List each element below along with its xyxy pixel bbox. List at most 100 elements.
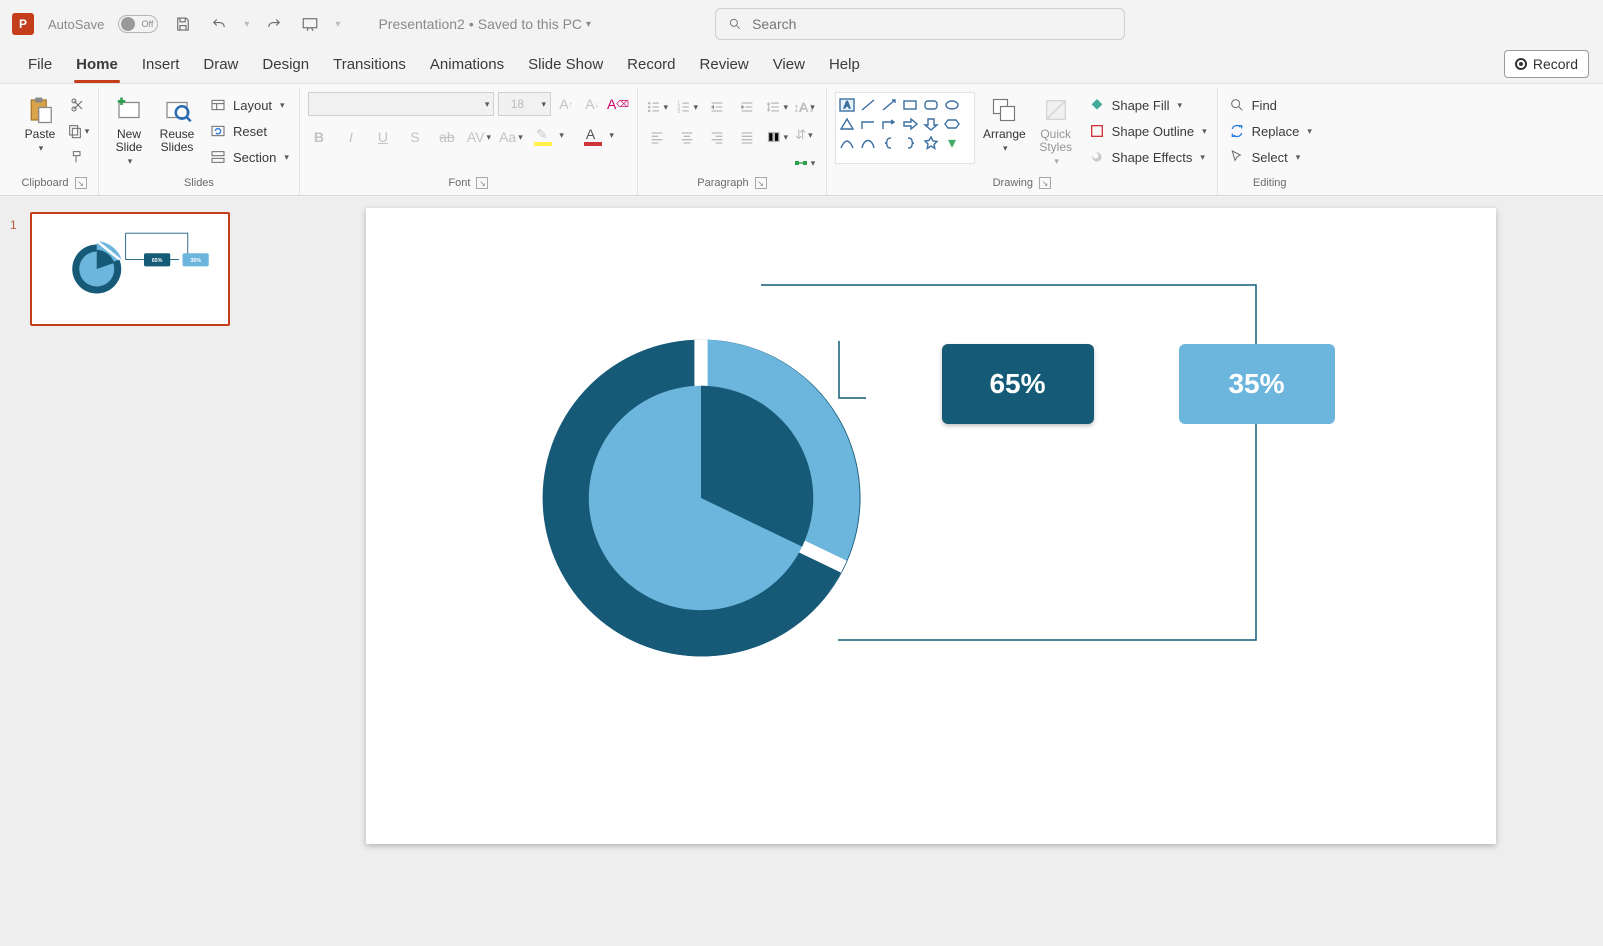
- rounded-rect-shape-icon[interactable]: [922, 97, 940, 113]
- section-button[interactable]: Section▾: [207, 146, 291, 168]
- change-case-icon[interactable]: Aa▾: [500, 126, 522, 148]
- save-icon[interactable]: [172, 13, 194, 35]
- font-name-box[interactable]: ▾: [308, 92, 495, 116]
- strikethrough-button[interactable]: ab: [436, 126, 458, 148]
- freeform-shape-icon[interactable]: [859, 135, 877, 151]
- callout-65[interactable]: 65%: [942, 344, 1094, 424]
- quick-styles-button[interactable]: Quick Styles▾: [1034, 92, 1078, 169]
- hexagon-shape-icon[interactable]: [943, 116, 961, 132]
- search-box[interactable]: [715, 8, 1125, 40]
- decrease-indent-icon[interactable]: [706, 96, 728, 118]
- redo-icon[interactable]: [263, 13, 285, 35]
- tab-draw[interactable]: Draw: [191, 48, 250, 83]
- paste-button[interactable]: Paste▾: [18, 92, 62, 156]
- tab-view[interactable]: View: [761, 48, 817, 83]
- shapes-gallery[interactable]: A ▾: [835, 92, 975, 164]
- undo-dropdown-icon[interactable]: ▾: [244, 19, 249, 30]
- elbow-connector-icon[interactable]: [859, 116, 877, 132]
- underline-button[interactable]: U: [372, 126, 394, 148]
- tab-insert[interactable]: Insert: [130, 48, 192, 83]
- search-input[interactable]: [752, 16, 1112, 32]
- dialog-launcher-icon[interactable]: ↘: [476, 177, 488, 189]
- shape-effects-icon: [1088, 148, 1106, 166]
- line-spacing-icon[interactable]: ▾: [766, 96, 788, 118]
- oval-shape-icon[interactable]: [943, 97, 961, 113]
- left-brace-icon[interactable]: [880, 135, 898, 151]
- right-brace-icon[interactable]: [901, 135, 919, 151]
- font-color-button[interactable]: A▾: [582, 126, 604, 148]
- shape-outline-button[interactable]: Shape Outline▾: [1086, 120, 1209, 142]
- align-center-icon[interactable]: [676, 126, 698, 148]
- tab-transitions[interactable]: Transitions: [321, 48, 418, 83]
- align-left-icon[interactable]: [646, 126, 668, 148]
- increase-indent-icon[interactable]: [736, 96, 758, 118]
- tab-slideshow[interactable]: Slide Show: [516, 48, 615, 83]
- dialog-launcher-icon[interactable]: ↘: [755, 177, 767, 189]
- search-icon: [728, 17, 742, 31]
- pie-chart[interactable]: [536, 333, 866, 663]
- justify-icon[interactable]: [736, 126, 758, 148]
- undo-icon[interactable]: [208, 13, 230, 35]
- arrange-button[interactable]: Arrange▾: [979, 92, 1030, 156]
- slide-thumbnail-1[interactable]: 65% 35%: [30, 212, 230, 326]
- elbow-arrow-icon[interactable]: [880, 116, 898, 132]
- decrease-font-icon[interactable]: A↓: [581, 93, 603, 115]
- numbering-icon[interactable]: 123▾: [676, 96, 698, 118]
- italic-button[interactable]: I: [340, 126, 362, 148]
- tab-review[interactable]: Review: [688, 48, 761, 83]
- tab-home[interactable]: Home: [64, 48, 130, 83]
- camera-record-button[interactable]: Record: [1504, 50, 1589, 78]
- increase-font-icon[interactable]: A↑: [555, 93, 577, 115]
- find-button[interactable]: Find: [1226, 94, 1314, 116]
- tab-file[interactable]: File: [16, 48, 64, 83]
- line-shape-icon[interactable]: [859, 97, 877, 113]
- slide-thumbnails-panel[interactable]: 1 65% 35%: [0, 198, 258, 946]
- bold-button[interactable]: B: [308, 126, 330, 148]
- copy-icon[interactable]: ▾: [66, 120, 90, 142]
- textbox-shape-icon[interactable]: A: [838, 97, 856, 113]
- text-direction-icon[interactable]: ↕A▾: [792, 96, 816, 118]
- reset-button[interactable]: Reset: [207, 120, 291, 142]
- font-size-box[interactable]: 18▾: [498, 92, 551, 116]
- curve-shape-icon[interactable]: [838, 135, 856, 151]
- reuse-slides-button[interactable]: Reuse Slides: [155, 92, 199, 156]
- down-arrow-icon[interactable]: [922, 116, 940, 132]
- group-clipboard: Paste▾ ▾ Clipboard↘: [10, 88, 99, 195]
- dialog-launcher-icon[interactable]: ↘: [1039, 177, 1051, 189]
- dialog-launcher-icon[interactable]: ↘: [75, 177, 87, 189]
- autosave-toggle[interactable]: Off: [118, 15, 158, 33]
- align-text-icon[interactable]: ⇵▾: [792, 124, 816, 146]
- shape-effects-button[interactable]: Shape Effects▾: [1086, 146, 1209, 168]
- character-spacing-icon[interactable]: AV▾: [468, 126, 490, 148]
- select-button[interactable]: Select▾: [1226, 146, 1314, 168]
- star-shape-icon[interactable]: [922, 135, 940, 151]
- cut-icon[interactable]: [66, 94, 90, 116]
- document-title[interactable]: Presentation2 • Saved to this PC ▾: [378, 16, 591, 32]
- triangle-shape-icon[interactable]: [838, 116, 856, 132]
- layout-button[interactable]: Layout▾: [207, 94, 291, 116]
- tab-design[interactable]: Design: [250, 48, 321, 83]
- convert-smartart-icon[interactable]: ▾: [792, 152, 816, 174]
- new-slide-button[interactable]: New Slide ▾: [107, 92, 151, 169]
- clear-formatting-icon[interactable]: A⌫: [607, 93, 629, 115]
- callout-35[interactable]: 35%: [1179, 344, 1335, 424]
- highlight-color-button[interactable]: ✎▾: [532, 126, 554, 148]
- replace-button[interactable]: Replace▾: [1226, 120, 1314, 142]
- gallery-more-icon[interactable]: ▾: [943, 135, 961, 151]
- slide-canvas[interactable]: 65% 35%: [366, 208, 1496, 844]
- tab-animations[interactable]: Animations: [418, 48, 516, 83]
- bullets-icon[interactable]: ▾: [646, 96, 668, 118]
- columns-icon[interactable]: ▾: [766, 126, 788, 148]
- format-painter-icon[interactable]: [66, 146, 90, 168]
- rectangle-shape-icon[interactable]: [901, 97, 919, 113]
- present-from-beginning-icon[interactable]: [299, 13, 321, 35]
- align-right-icon[interactable]: [706, 126, 728, 148]
- slide-stage[interactable]: 65% 35%: [258, 198, 1603, 946]
- tab-record[interactable]: Record: [615, 48, 687, 83]
- tab-help[interactable]: Help: [817, 48, 872, 83]
- shadow-button[interactable]: S: [404, 126, 426, 148]
- shape-fill-button[interactable]: Shape Fill▾: [1086, 94, 1209, 116]
- right-arrow-icon[interactable]: [901, 116, 919, 132]
- qat-customize-icon[interactable]: ▾: [335, 19, 340, 30]
- line-arrow-shape-icon[interactable]: [880, 97, 898, 113]
